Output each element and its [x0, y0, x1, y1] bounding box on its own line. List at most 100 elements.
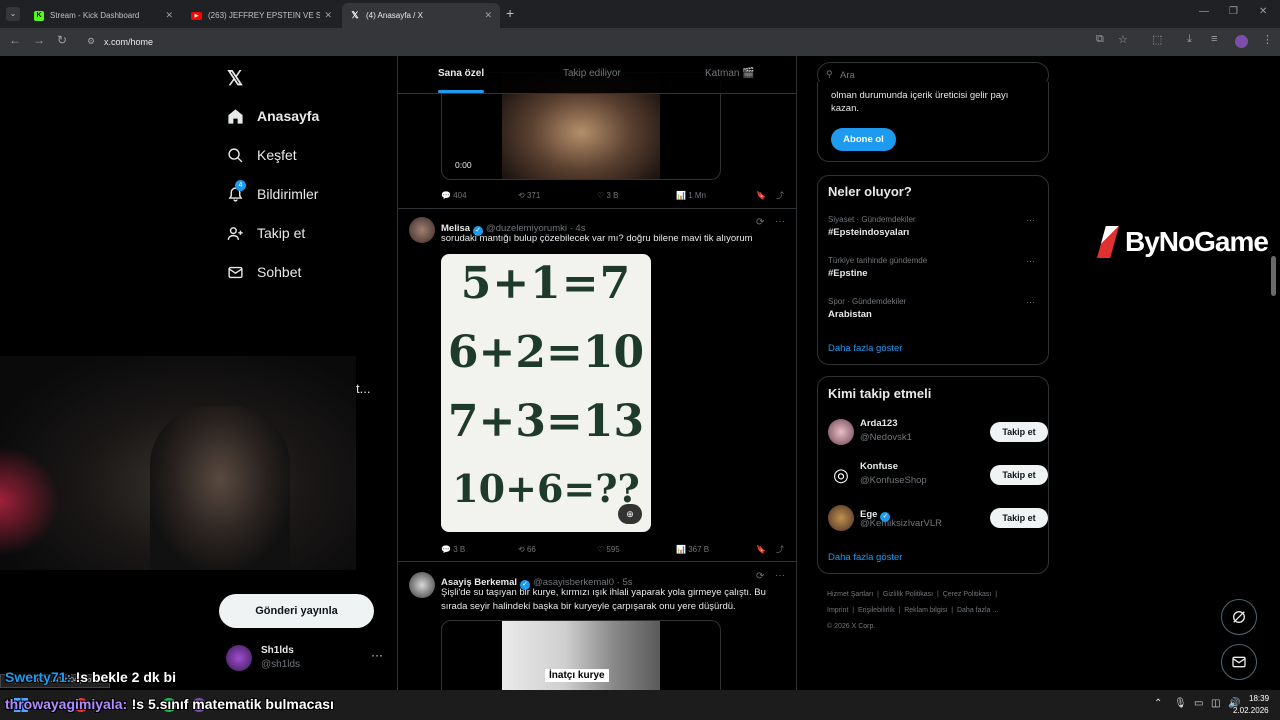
more-icon[interactable]: ··· [371, 648, 383, 662]
menu-icon[interactable]: ⋮ [1262, 33, 1273, 46]
tab-layer[interactable]: Katman 🎬 [705, 68, 755, 79]
x-logo-icon: 𝕏 [351, 10, 359, 20]
more-icon[interactable]: ··· [775, 216, 785, 227]
views-button[interactable]: 📊 1 Mn [676, 188, 756, 202]
suggested-user[interactable]: ◎ Konfuse @KonfuseShop Takip et [828, 461, 1050, 491]
tweet-actions: 💬 404 ⟲ 371 ♡ 3 B 📊 1 Mn 🔖 ⤴ [441, 188, 786, 202]
footer-link[interactable]: Imprint [827, 607, 848, 614]
account-switcher[interactable]: Sh1lds @sh1lds ··· [226, 643, 386, 677]
puzzle-line: 6+2=10 [447, 327, 645, 378]
reply-button[interactable]: 💬 3 B [441, 542, 518, 556]
tab-for-you[interactable]: Sana özel [438, 68, 484, 79]
install-app-icon[interactable]: ⧉ [1096, 33, 1104, 46]
repost-button[interactable]: ⟲ 66 [518, 542, 597, 556]
tab-youtube[interactable]: ▶ (263) JEFFREY EPSTEIN VE SAPK ✕ [183, 3, 340, 28]
display-icon[interactable]: ▭ [1194, 698, 1203, 709]
bookmark-icon[interactable]: 🔖 [756, 188, 776, 202]
image-badge-icon[interactable]: ⊕ [618, 504, 642, 524]
footer-link[interactable]: Çerez Politikası [943, 591, 992, 598]
follow-button[interactable]: Takip et [990, 508, 1048, 528]
tab-kick[interactable]: K Stream - Kick Dashboard ✕ [26, 3, 181, 28]
trend-item[interactable]: Siyaset · Gündemdekiler #Epsteindosyalar… [828, 215, 1040, 238]
forward-icon[interactable]: → [33, 33, 45, 47]
like-button[interactable]: ♡ 3 B [597, 188, 676, 202]
site-info-icon[interactable]: ⚙ [87, 36, 95, 47]
trend-meta: Spor · Gündemdekiler [828, 297, 907, 306]
close-window-button[interactable]: ✕ [1259, 6, 1267, 17]
video-time: 0:00 [455, 160, 472, 170]
footer-link[interactable]: Gizlilik Politikası [883, 591, 933, 598]
scrollbar-thumb[interactable] [1271, 256, 1276, 296]
tweet-text: Şişli'de su taşıyan bir kurye, kırmızı ı… [441, 587, 766, 612]
repost-button[interactable]: ⟲ 371 [518, 188, 597, 202]
profile-avatar[interactable] [1235, 35, 1248, 48]
reply-button[interactable]: 💬 404 [441, 188, 518, 202]
media-icon[interactable]: ≡ [1211, 33, 1217, 45]
more-icon[interactable]: ··· [1026, 215, 1035, 225]
sidebar-item-explore[interactable]: Keşfet [226, 143, 297, 167]
close-icon[interactable]: ✕ [165, 10, 173, 21]
share-icon[interactable]: ⤴ [776, 542, 784, 556]
share-icon[interactable]: ⤴ [776, 188, 784, 202]
close-icon[interactable]: ✕ [484, 10, 492, 21]
grok-button[interactable] [1221, 599, 1257, 635]
trend-item[interactable]: Türkiye tarihinde gündemde #Epstine ··· [828, 256, 1040, 279]
close-icon[interactable]: ✕ [324, 10, 332, 21]
footer-link[interactable]: Erişilebilirlik [858, 607, 895, 614]
follow-button[interactable]: Takip et [990, 422, 1048, 442]
tab-following[interactable]: Takip ediliyor [563, 68, 621, 79]
tweet[interactable]: Melisa ✓ @duzelemiyorumki · 4s ⟳ ··· sorud… [398, 209, 796, 561]
suggested-user[interactable]: Arda123 @Nedovsk1 Takip et [828, 418, 1050, 448]
network-icon[interactable]: ◫ [1211, 698, 1220, 709]
puzzle-line: 7+3=13 [447, 396, 645, 447]
trend-item[interactable]: Spor · Gündemdekiler Arabistan ··· [828, 297, 1040, 320]
messages-button[interactable] [1221, 644, 1257, 680]
trends-card: Neler oluyor? Siyaset · Gündemdekiler #E… [817, 175, 1049, 365]
sidebar-item-follow[interactable]: Takip et [226, 221, 305, 245]
download-icon[interactable]: ⤓ [1187, 33, 1192, 46]
grok-icon[interactable]: ⟳ [756, 571, 764, 582]
bell-icon: 4 [226, 180, 246, 203]
tab-x-home[interactable]: 𝕏 (4) Anasayfa / X ✕ [342, 3, 500, 28]
clock-time[interactable]: 18:39 [1249, 694, 1269, 703]
more-icon[interactable]: ··· [1026, 297, 1035, 307]
x-logo-icon[interactable]: 𝕏 [227, 66, 243, 91]
bookmark-star-icon[interactable]: ☆ [1118, 33, 1128, 46]
new-tab-button[interactable]: + [506, 5, 514, 21]
more-icon[interactable]: ··· [1026, 256, 1035, 266]
bookmark-icon[interactable]: 🔖 [756, 542, 776, 556]
subscribe-button[interactable]: Abone ol [831, 128, 896, 151]
address-bar[interactable]: ⚙ x.com/home [78, 32, 1098, 52]
suggested-user[interactable]: Ege ✓ @KemiksizIvarVLR Takip et [828, 504, 1050, 534]
sidebar-item-notifications[interactable]: 4 Bildirimler [226, 180, 318, 206]
show-more-link[interactable]: Daha fazla göster [828, 343, 902, 354]
post-button[interactable]: Gönderi yayınla [219, 594, 374, 628]
like-button[interactable]: ♡ 595 [597, 542, 676, 556]
footer-link[interactable]: Hizmet Şartları [827, 591, 873, 598]
show-more-link[interactable]: Daha fazla göster [828, 552, 902, 563]
tweet-image[interactable]: 5+1=7 6+2=10 7+3=13 10+6=?? ⊕ [441, 254, 651, 532]
clock-date[interactable]: 2.02.2026 [1233, 706, 1269, 715]
reload-icon[interactable]: ↻ [57, 33, 67, 47]
tab-title: Stream - Kick Dashboard [50, 11, 140, 20]
follow-button[interactable]: Takip et [990, 465, 1048, 485]
microphone-icon[interactable]: 🎙 [1174, 698, 1187, 709]
extensions-icon[interactable]: ⬚ [1152, 33, 1162, 46]
account-handle: @sh1lds [261, 659, 301, 670]
tab-list-icon[interactable]: ⌄ [6, 7, 20, 21]
more-icon[interactable]: ··· [775, 570, 785, 581]
back-icon[interactable]: ← [9, 33, 21, 47]
sidebar-item-chat[interactable]: Sohbet [226, 260, 301, 284]
tweet-video[interactable]: İnatçı kurye [441, 620, 721, 690]
sidebar-item-home[interactable]: Anasayfa [226, 104, 319, 128]
tweet[interactable]: Asayiş Berkemal ✓ @asayisberkemal0 · 5s ⟳ … [398, 562, 796, 690]
footer-link[interactable]: Daha fazla ... [957, 607, 998, 614]
minimize-button[interactable]: — [1199, 6, 1209, 17]
grok-icon[interactable]: ⟳ [756, 217, 764, 228]
avatar [409, 572, 435, 598]
footer-link[interactable]: Reklam bilgisi [904, 607, 947, 614]
tweet-actions: 💬 3 B ⟲ 66 ♡ 595 📊 367 B 🔖 ⤴ [441, 542, 786, 556]
maximize-button[interactable]: ❐ [1229, 6, 1238, 17]
tray-chevron-icon[interactable]: ⌃ [1154, 698, 1162, 709]
views-button[interactable]: 📊 367 B [676, 542, 756, 556]
